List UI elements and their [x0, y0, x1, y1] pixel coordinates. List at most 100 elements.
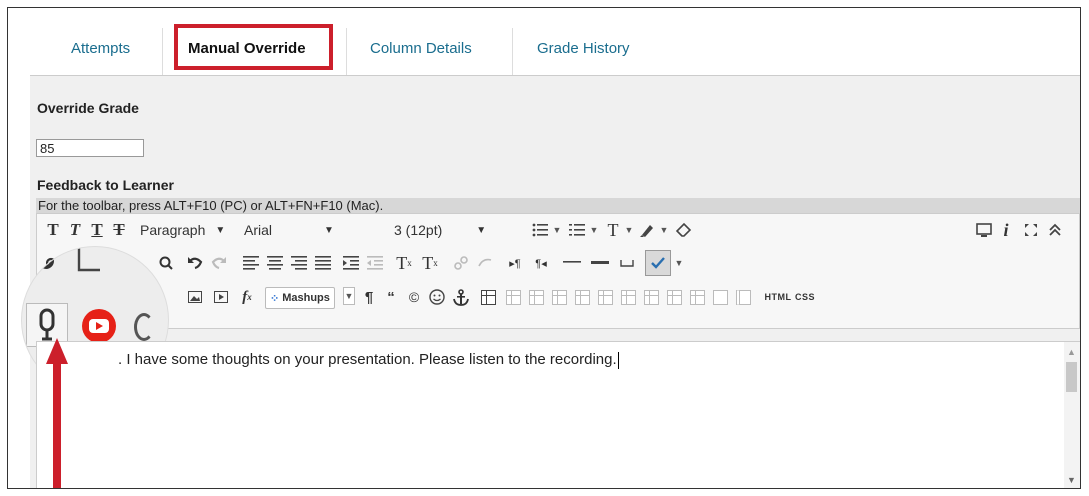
math-icon[interactable]: fx: [236, 284, 258, 310]
chevron-down-icon: ▼: [215, 224, 226, 236]
media-icon[interactable]: [211, 284, 231, 310]
rtl-icon[interactable]: ¶◂: [531, 250, 551, 276]
strikethrough-icon[interactable]: T: [111, 217, 127, 243]
image-icon[interactable]: [185, 284, 205, 310]
table-cell-icon[interactable]: [642, 284, 660, 310]
tab-separator: [346, 28, 347, 75]
paragraph-format-select[interactable]: Paragraph ▼: [140, 217, 240, 243]
indent-icon[interactable]: [341, 250, 361, 276]
line-icon[interactable]: [589, 250, 611, 276]
tab-attempts[interactable]: Attempts: [71, 40, 130, 57]
override-grade-label: Override Grade: [37, 100, 139, 116]
table-split-icon[interactable]: [734, 284, 752, 310]
horizontal-rule-icon[interactable]: [561, 250, 583, 276]
override-grade-input[interactable]: [36, 139, 144, 157]
eraser-icon[interactable]: [674, 217, 694, 243]
scroll-up-icon[interactable]: ▲: [1067, 347, 1076, 357]
chevron-down-icon: ▼: [476, 224, 487, 236]
tab-grade-history[interactable]: Grade History: [537, 40, 630, 57]
text-color-icon[interactable]: T: [604, 217, 622, 243]
chevron-down-icon[interactable]: ▼: [673, 250, 685, 276]
undo-icon[interactable]: [185, 250, 205, 276]
table-column-icon[interactable]: [619, 284, 637, 310]
superscript-letter: T: [396, 252, 408, 273]
chevron-down-icon[interactable]: ▼: [551, 217, 563, 243]
table-column-icon[interactable]: [573, 284, 591, 310]
redo-icon[interactable]: [209, 250, 229, 276]
scroll-down-icon[interactable]: ▼: [1067, 475, 1076, 485]
collapse-icon[interactable]: [1045, 217, 1065, 243]
copyright-icon[interactable]: ©: [405, 284, 423, 310]
tab-column-details[interactable]: Column Details: [370, 40, 472, 57]
mashups-button[interactable]: ⁘ Mashups: [265, 287, 335, 309]
italic-icon[interactable]: T: [67, 217, 83, 243]
emoji-icon[interactable]: [427, 284, 447, 310]
feedback-text: . I have some thoughts on your presentat…: [118, 351, 619, 369]
bullet-list-icon[interactable]: [530, 217, 550, 243]
justify-icon[interactable]: [313, 250, 333, 276]
highlight-box: [174, 24, 333, 70]
spellcheck-icon[interactable]: [645, 250, 671, 276]
tab-separator: [162, 28, 163, 75]
paragraph-format-value: Paragraph: [140, 222, 206, 238]
table-row-icon[interactable]: [527, 284, 545, 310]
align-center-icon[interactable]: [265, 250, 285, 276]
fullscreen-icon[interactable]: [1021, 217, 1041, 243]
feedback-text-content: . I have some thoughts on your presentat…: [118, 351, 617, 368]
outdent-icon[interactable]: [365, 250, 385, 276]
chevron-down-icon: ▼: [324, 224, 334, 236]
chevron-down-icon[interactable]: ▼: [658, 217, 670, 243]
table-row-icon[interactable]: [504, 284, 522, 310]
html-button[interactable]: HTML: [763, 284, 793, 310]
grade-detail-frame: Attempts Manual Override Column Details …: [7, 7, 1081, 489]
css-button[interactable]: CSS: [793, 284, 817, 310]
font-family-value: Arial: [244, 222, 273, 238]
toolbar-row-2: Tx Tx ▸¶ ¶◂ ▼: [37, 247, 1079, 279]
microphone-icon: [39, 308, 55, 341]
anchor-unlink-icon[interactable]: [475, 250, 495, 276]
tab-bar: Attempts Manual Override Column Details …: [8, 8, 1080, 76]
quote-icon[interactable]: “: [382, 284, 400, 310]
space-icon[interactable]: [617, 250, 637, 276]
preview-icon[interactable]: [974, 217, 994, 243]
partial-icon: [134, 313, 154, 341]
toolbar-row-1: T T T T Paragraph ▼ Arial ▼ 3 (12pt) ▼ ▼ ▼ …: [37, 214, 1079, 246]
numbered-list-icon[interactable]: [567, 217, 587, 243]
red-arrow-annotation: [46, 338, 68, 488]
youtube-icon: [82, 309, 116, 343]
scroll-thumb[interactable]: [1066, 362, 1077, 392]
editor-toolbar: T T T T Paragraph ▼ Arial ▼ 3 (12pt) ▼ ▼ ▼ …: [36, 213, 1080, 329]
link-icon-zoomed: [22, 252, 56, 275]
chevron-down-icon[interactable]: ▼: [623, 217, 635, 243]
search-icon[interactable]: [157, 250, 175, 276]
editor-scrollbar[interactable]: ▲ ▼: [1064, 342, 1080, 488]
feedback-label: Feedback to Learner: [37, 177, 174, 193]
superscript-icon[interactable]: Tx: [393, 250, 415, 276]
align-right-icon[interactable]: [289, 250, 309, 276]
chevron-down-icon[interactable]: ▼: [343, 287, 355, 305]
chevron-down-icon[interactable]: ▼: [588, 217, 600, 243]
table-column-icon[interactable]: [596, 284, 614, 310]
clear-icon[interactable]: [451, 250, 471, 276]
bold-icon[interactable]: T: [45, 217, 61, 243]
subscript-icon[interactable]: Tx: [419, 250, 441, 276]
toolbar-hint: For the toolbar, press ALT+F10 (PC) or A…: [36, 198, 1080, 213]
table-icon[interactable]: [479, 284, 497, 310]
highlight-icon[interactable]: [637, 217, 657, 243]
unlink-icon-zoomed: [76, 247, 102, 278]
ltr-icon[interactable]: ▸¶: [505, 250, 525, 276]
align-left-icon[interactable]: [241, 250, 261, 276]
mashups-icon: ⁘: [270, 292, 280, 305]
anchor-icon[interactable]: [451, 284, 471, 310]
table-merge-icon[interactable]: [711, 284, 729, 310]
subscript-letter: T: [422, 252, 434, 273]
toolbar-row-3: fx ⁘ Mashups ▼ ¶ “ © HTML CSS: [37, 281, 1079, 313]
font-family-select[interactable]: Arial ▼: [244, 217, 384, 243]
table-cell-icon[interactable]: [688, 284, 706, 310]
info-icon[interactable]: i: [999, 217, 1013, 243]
font-size-select[interactable]: 3 (12pt) ▼: [394, 217, 524, 243]
pilcrow-icon[interactable]: ¶: [361, 284, 377, 310]
table-cell-icon[interactable]: [665, 284, 683, 310]
underline-icon[interactable]: T: [89, 217, 105, 243]
table-row-icon[interactable]: [550, 284, 568, 310]
